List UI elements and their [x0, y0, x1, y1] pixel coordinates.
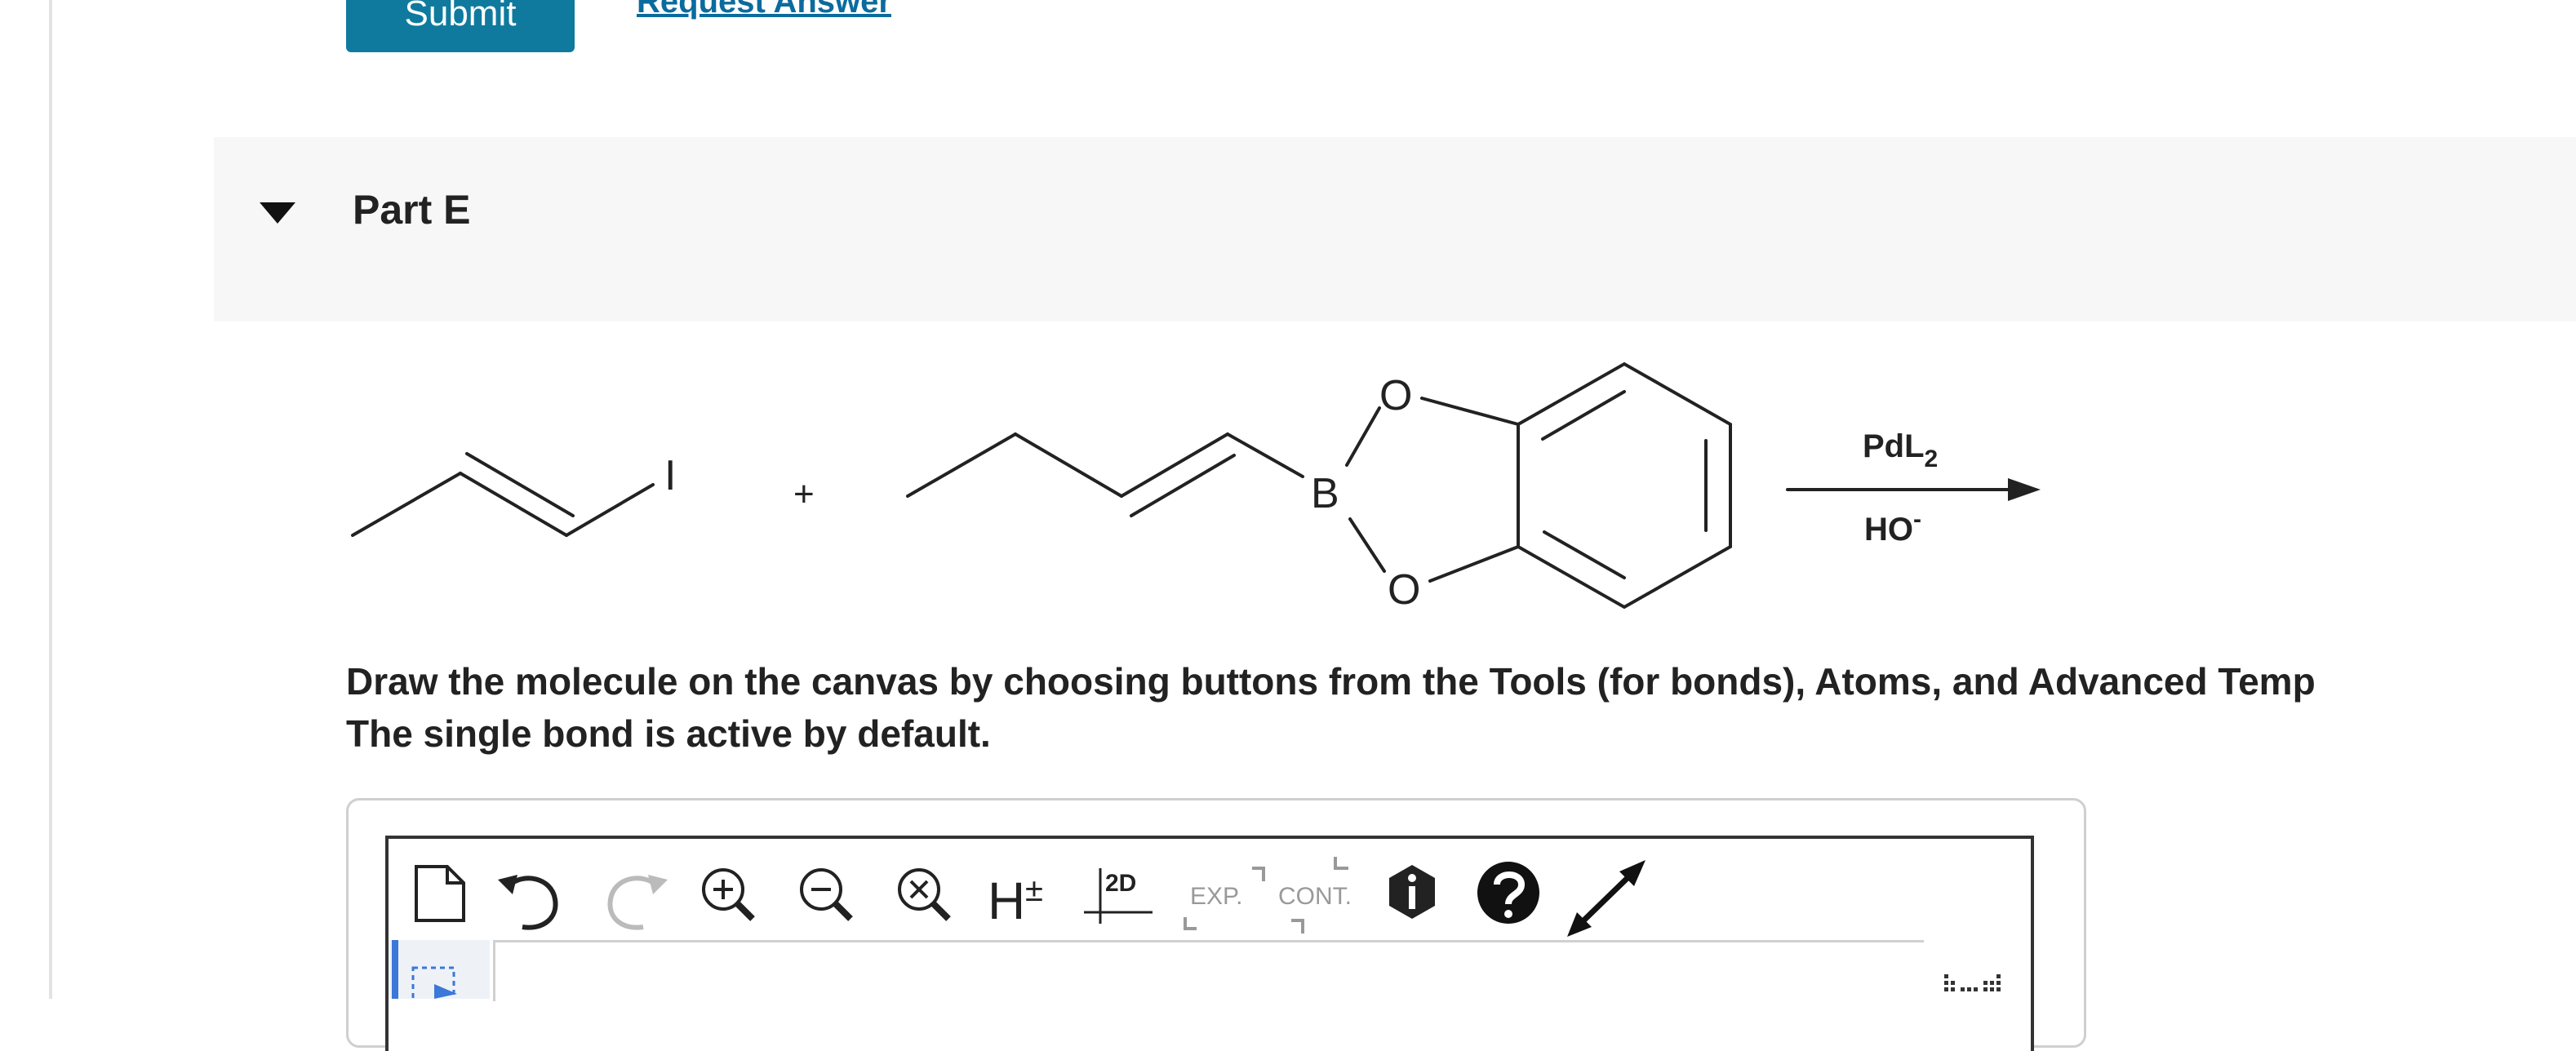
oxygen-atom-label-bottom: O [1388, 566, 1420, 614]
svg-text:±: ± [1025, 872, 1043, 908]
svg-text:H: H [988, 871, 1025, 930]
submit-button[interactable]: Submit [346, 0, 575, 52]
clean-2d-icon[interactable]: 2D [1084, 868, 1153, 924]
svg-text:EXP.: EXP. [1190, 883, 1243, 910]
periodic-table-icon[interactable] [1941, 971, 2006, 999]
instruction-text-default: The single bond is active by default. [346, 712, 991, 755]
drawing-canvas[interactable] [493, 940, 1924, 1001]
expand-group-icon[interactable]: EXP. [1184, 867, 1265, 930]
reagent-base-charge: - [1913, 506, 1921, 533]
request-answer-link[interactable]: Request Answer [637, 0, 891, 20]
instruction-text: Draw the molecule on the canvas by choos… [346, 660, 2316, 703]
zoom-out-icon[interactable] [800, 868, 853, 921]
help-icon[interactable] [1477, 862, 1539, 924]
select-tool-icon[interactable] [411, 963, 460, 999]
iodine-atom-label: I [664, 452, 676, 499]
part-header[interactable] [214, 137, 2576, 322]
fullscreen-icon[interactable] [1567, 860, 1646, 937]
reagent-catalyst: PdL [1863, 428, 1925, 464]
svg-text:HO-: HO- [1864, 506, 1921, 548]
reagent-catalyst-subscript: 2 [1925, 446, 1939, 472]
undo-icon[interactable] [498, 875, 558, 930]
editor-toolbar: H ± 2D EXP. CONT. [415, 857, 1646, 937]
svg-text:CONT.: CONT. [1278, 883, 1352, 910]
contract-group-icon[interactable]: CONT. [1278, 857, 1352, 933]
zoom-in-icon[interactable] [702, 868, 755, 921]
info-icon[interactable] [1389, 865, 1435, 919]
collapse-triangle-icon[interactable] [258, 201, 297, 225]
svg-text:2D: 2D [1105, 870, 1136, 897]
reaction-scheme: I + B O O PdL2 HO- [351, 361, 2041, 614]
svg-text:PdL2: PdL2 [1863, 428, 1938, 472]
oxygen-atom-label-top: O [1379, 372, 1412, 419]
hydrogen-toggle-icon[interactable]: H ± [988, 871, 1043, 930]
reagent-base: HO [1864, 512, 1913, 548]
plus-sign: + [793, 474, 815, 514]
redo-icon[interactable] [607, 875, 668, 930]
new-document-icon[interactable] [415, 865, 465, 922]
zoom-reset-icon[interactable] [898, 868, 951, 921]
active-tool-indicator [392, 940, 398, 999]
boron-atom-label: B [1311, 470, 1339, 517]
part-title: Part E [353, 187, 471, 233]
